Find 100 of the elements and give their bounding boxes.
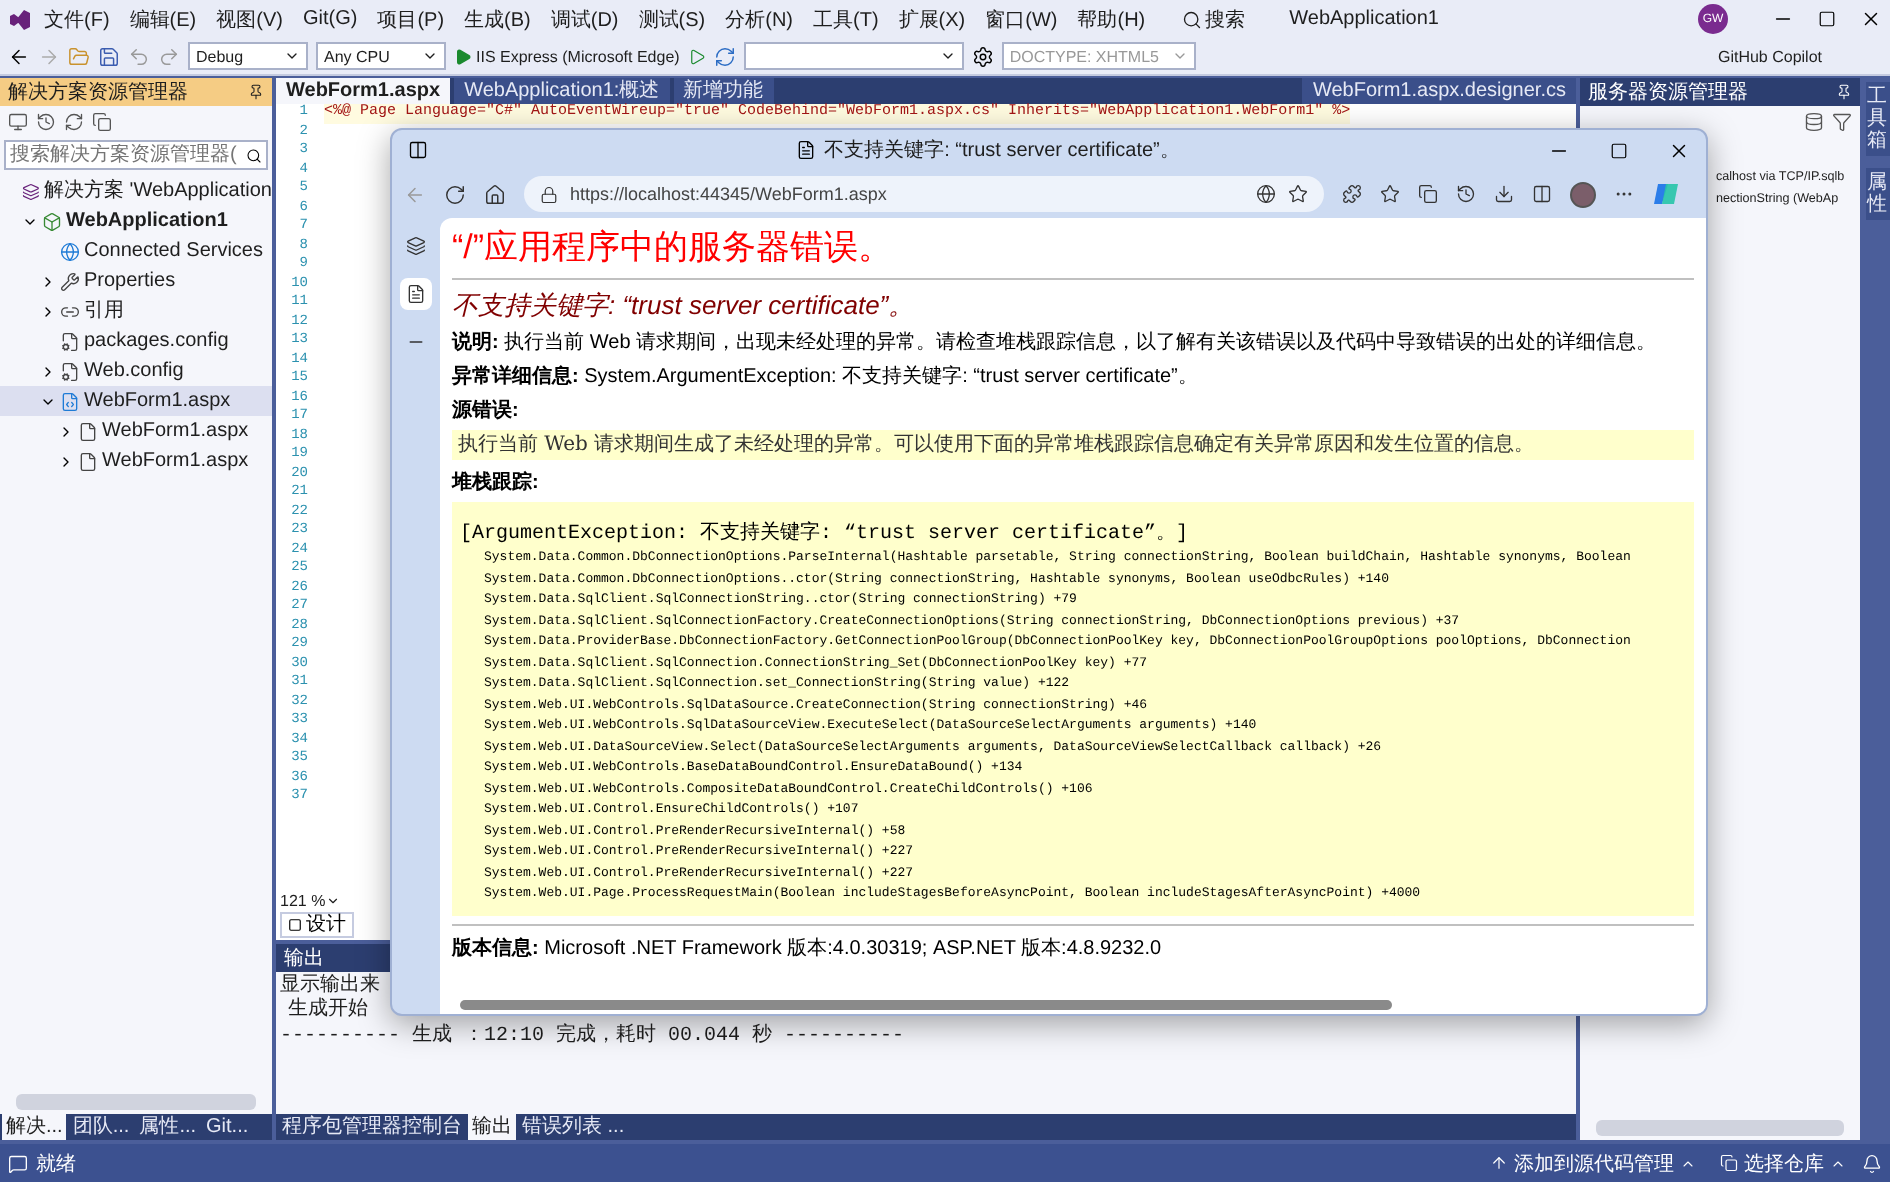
panel-title: 输出	[284, 945, 324, 972]
maximize-icon[interactable]	[1610, 141, 1628, 159]
menu-item[interactable]: 调试(D)	[542, 5, 627, 33]
menu-item[interactable]: 视图(V)	[208, 5, 291, 33]
tree-item[interactable]: WebApplication1	[0, 206, 272, 236]
tree-item[interactable]: WebForm1.aspx	[0, 446, 272, 476]
search-icon	[1181, 9, 1202, 29]
copy-icon[interactable]	[92, 112, 112, 132]
view-tab[interactable]: 设计	[280, 912, 354, 938]
lock-icon	[540, 185, 558, 203]
history-icon[interactable]	[36, 112, 56, 132]
window-title: WebApplication1	[1289, 8, 1439, 30]
menu-item[interactable]: 测试(S)	[630, 5, 714, 33]
menu-item[interactable]: Git(G)	[294, 8, 366, 30]
maximize-icon[interactable]	[1818, 10, 1836, 28]
monitor-icon[interactable]	[8, 112, 28, 132]
page-icon	[406, 284, 426, 304]
document-tab[interactable]: WebApplication1:概述	[454, 78, 670, 104]
menu-item[interactable]: 帮助(H)	[1069, 5, 1154, 33]
tree-item[interactable]: Web.config	[0, 356, 272, 386]
save-icon[interactable]	[98, 45, 120, 67]
side-tab[interactable]: 属性	[1865, 168, 1889, 220]
pin-icon[interactable]	[1836, 84, 1852, 100]
menu-item[interactable]: 窗口(W)	[977, 5, 1066, 33]
tabs-icon[interactable]	[406, 236, 426, 256]
download-icon[interactable]	[1494, 184, 1514, 204]
close-icon[interactable]	[1860, 8, 1882, 30]
globe-icon	[60, 241, 80, 261]
panel-tab[interactable]: 解决...	[2, 1114, 67, 1140]
side-tab[interactable]: 工具箱	[1865, 82, 1889, 156]
message-icon	[8, 1153, 28, 1173]
extensions-icon[interactable]	[1342, 184, 1362, 204]
document-tab[interactable]: 新增功能	[673, 78, 774, 104]
favorite-icon[interactable]	[1288, 184, 1308, 204]
copilot-icon[interactable]	[1652, 180, 1680, 208]
copilot-button[interactable]: GitHub Copilot	[1717, 47, 1822, 65]
settings-icon[interactable]	[971, 45, 994, 67]
pin-icon[interactable]	[248, 84, 264, 100]
home-icon[interactable]	[484, 183, 506, 205]
refresh-icon[interactable]	[713, 45, 736, 67]
profile-avatar[interactable]	[1570, 181, 1596, 207]
source-control-button[interactable]: 添加到源代码管理	[1482, 1149, 1704, 1177]
panel-tab[interactable]: Git...	[202, 1114, 253, 1140]
panel-title: 解决方案资源管理器	[8, 79, 188, 106]
close-icon[interactable]	[1668, 139, 1690, 161]
section-label: 堆栈跟踪:	[452, 470, 541, 496]
tree-item[interactable]: packages.config	[0, 326, 272, 356]
address-bar[interactable]: https://localhost:44345/WebForm1.aspx	[524, 176, 1324, 212]
exception-details: 异常详细信息: System.ArgumentException: 不支持关键字: “trust server certificate”。	[452, 364, 1200, 390]
platform-dropdown[interactable]: Any CPU	[316, 42, 446, 70]
configuration-dropdown[interactable]: Debug	[188, 42, 308, 70]
repository-button[interactable]: 选择仓库	[1712, 1149, 1854, 1177]
config-file-icon	[60, 361, 80, 381]
zoom-dropdown[interactable]: 121 %	[280, 892, 340, 910]
panel-tab[interactable]: 错误列表 ...	[518, 1114, 629, 1140]
database-icon[interactable]	[1804, 112, 1824, 132]
menu-item[interactable]: 生成(B)	[456, 5, 539, 33]
menu-item[interactable]: 工具(T)	[805, 5, 887, 33]
collections-icon[interactable]	[1418, 184, 1438, 204]
menu-item[interactable]: 文件(F)	[36, 5, 118, 33]
tree-item[interactable]: Connected Services	[0, 236, 272, 266]
page-icon	[796, 140, 817, 160]
refresh-icon[interactable]	[64, 112, 84, 132]
sidebar-button[interactable]	[400, 278, 432, 310]
panel-tab[interactable]: 程序包管理器控制台	[278, 1114, 466, 1140]
stack-trace-line: [ArgumentException: 不支持关键字: “trust server certificate”。]	[460, 522, 1191, 548]
back-icon[interactable]	[8, 45, 30, 67]
notification-icon[interactable]	[1862, 1153, 1882, 1173]
menu-item[interactable]: 分析(N)	[717, 5, 801, 33]
output-line: 生成开始	[288, 1000, 368, 1024]
tree-item[interactable]: WebForm1.aspx	[0, 386, 272, 416]
panel-tab[interactable]: 输出	[468, 1114, 516, 1140]
filter-icon[interactable]	[1832, 112, 1852, 132]
favorites-icon[interactable]	[1380, 184, 1400, 204]
menu-item[interactable]: 编辑(E)	[121, 5, 205, 33]
page-heading: “/”应用程序中的服务器错误。	[452, 226, 895, 270]
arrow-up-icon	[1490, 1154, 1508, 1172]
menu-item[interactable]: 扩展(X)	[890, 5, 974, 33]
scrollbar[interactable]	[16, 1094, 256, 1110]
document-tab[interactable]: WebForm1.aspx.designer.cs	[1302, 78, 1576, 104]
source-error-text: 执行当前 Web 请求期间生成了未经处理的异常。可以使用下面的异常堆栈跟踪信息确定有关异常原因和发生位置的信息。	[452, 430, 1694, 460]
error-title: 不支持关键字: “trust server certificate”。	[452, 288, 917, 324]
panel-tab[interactable]: 团队...	[68, 1114, 134, 1140]
menu-item[interactable]: 项目(P)	[369, 5, 453, 33]
scrollbar[interactable]	[1596, 1120, 1844, 1136]
caret-icon	[422, 48, 438, 64]
tree-item[interactable]: 引用	[0, 296, 272, 326]
refresh-icon[interactable]	[444, 183, 466, 205]
tree-item[interactable]: WebForm1.aspx	[0, 416, 272, 446]
history-icon[interactable]	[1456, 184, 1476, 204]
run-button[interactable]: IIS Express (Microsoft Edge)	[454, 47, 680, 65]
search-button[interactable]: 搜索	[1169, 5, 1258, 33]
document-tab[interactable]: WebForm1.aspx	[276, 78, 451, 104]
output-line: ---------- 生成 ：12:10 完成，耗时 00.044 秒 ----------	[280, 1026, 905, 1050]
tree-item[interactable]: Properties	[0, 266, 272, 296]
web-page-icon	[60, 391, 80, 411]
tree-item[interactable]: 解决方案 'WebApplication	[0, 176, 272, 206]
play-outline-icon[interactable]	[687, 47, 706, 65]
panel-tab[interactable]: 属性...	[135, 1114, 201, 1140]
split-screen-icon[interactable]	[1532, 184, 1552, 204]
